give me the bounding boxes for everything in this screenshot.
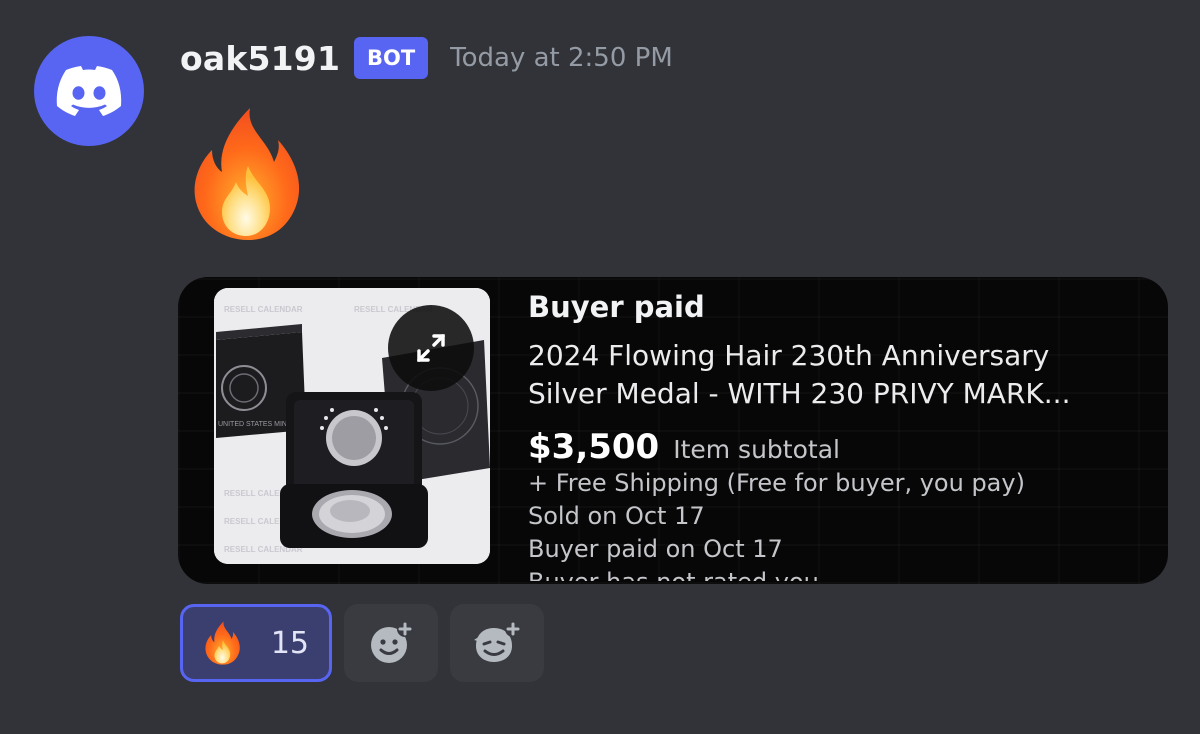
expand-image-button[interactable] bbox=[388, 305, 474, 391]
thumb-watermark-text: RESELL CALENDAR bbox=[224, 305, 303, 314]
fire-reaction-button[interactable]: 15 bbox=[180, 604, 332, 682]
reactions-bar: 15 bbox=[180, 604, 544, 682]
add-reaction-icon bbox=[371, 621, 413, 663]
box-label-text: UNITED STATES MINT bbox=[218, 421, 292, 428]
price-row: $3,500 Item subtotal bbox=[528, 427, 1148, 467]
username[interactable]: oak5191 bbox=[180, 39, 340, 78]
expand-icon bbox=[417, 334, 445, 362]
embed-text-block: Buyer paid 2024 Flowing Hair 230th Anniv… bbox=[528, 289, 1148, 581]
timestamp[interactable]: Today at 2:50 PM bbox=[450, 43, 673, 73]
bot-badge: BOT bbox=[354, 37, 429, 79]
shipping-detail: + Free Shipping (Free for buyer, you pay… bbox=[528, 469, 1025, 497]
sold-date: Sold on Oct 17 bbox=[528, 502, 705, 530]
embed-title: Buyer paid bbox=[528, 290, 705, 324]
avatar[interactable] bbox=[34, 36, 144, 146]
fire-icon bbox=[205, 621, 240, 665]
listing-embed[interactable]: RESELL CALENDAR RESELL CALENDAR RESELL C… bbox=[178, 277, 1168, 584]
reaction-count: 15 bbox=[270, 625, 309, 661]
add-reaction-button[interactable] bbox=[344, 604, 438, 682]
paid-date: Buyer paid on Oct 17 bbox=[528, 535, 783, 563]
price-label: Item subtotal bbox=[673, 435, 840, 464]
item-price: $3,500 bbox=[528, 427, 660, 467]
add-super-reaction-button[interactable] bbox=[450, 604, 544, 682]
discord-logo-icon bbox=[56, 66, 122, 116]
listing-thumbnail[interactable]: RESELL CALENDAR RESELL CALENDAR RESELL C… bbox=[214, 288, 490, 564]
item-name-line: 2024 Flowing Hair 230th Anniversary bbox=[528, 339, 1050, 372]
fire-icon bbox=[194, 108, 300, 240]
item-name-line: Silver Medal - WITH 230 PRIVY MARK... bbox=[528, 377, 1071, 410]
rating-status: Buyer has not rated you bbox=[528, 566, 1148, 581]
item-name[interactable]: 2024 Flowing Hair 230th Anniversary Silv… bbox=[528, 337, 1148, 413]
add-super-reaction-icon bbox=[474, 621, 521, 662]
message-header: oak5191 BOT Today at 2:50 PM bbox=[180, 34, 673, 82]
